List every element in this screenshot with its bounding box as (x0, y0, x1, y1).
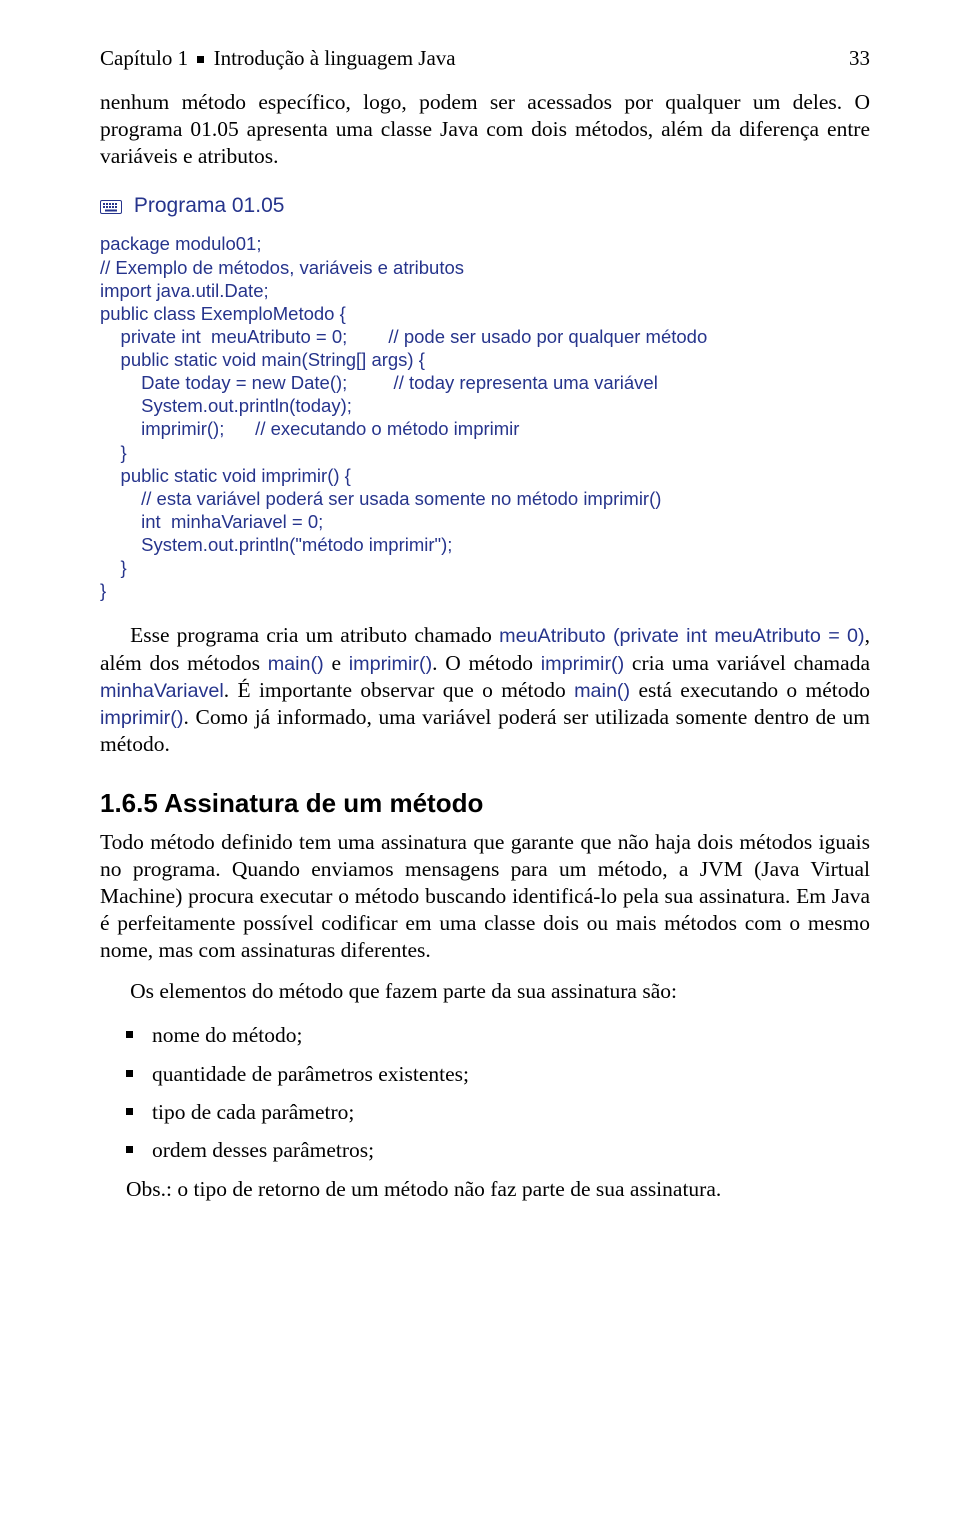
text-run: . O método (432, 651, 541, 675)
page: Capítulo 1 Introdução à linguagem Java 3… (0, 0, 960, 1533)
intro-paragraph: nenhum método específico, logo, podem se… (100, 89, 870, 170)
text-run: . É importante observar que o método (224, 678, 574, 702)
keyboard-icon (100, 196, 122, 220)
list-item: ordem desses parâmetros; (100, 1134, 870, 1166)
program-label: Programa 01.05 (100, 194, 870, 220)
inline-code: meuAtributo (private int meuAtributo = 0… (499, 625, 865, 647)
list-item: nome do método; (100, 1019, 870, 1051)
chapter-label: Capítulo 1 (100, 46, 188, 70)
inline-code: main() (268, 653, 324, 675)
obs-paragraph: Obs.: o tipo de retorno de um método não… (126, 1176, 870, 1203)
section-paragraph-2: Os elementos do método que fazem parte d… (100, 978, 870, 1005)
section-heading: 1.6.5 Assinatura de um método (100, 788, 870, 819)
text-run: Esse programa cria um atributo chamado (130, 623, 499, 647)
inline-code: imprimir() (100, 707, 183, 729)
list-item: quantidade de parâmetros existentes; (100, 1058, 870, 1090)
inline-code: minhaVariavel (100, 680, 224, 702)
section-paragraph-1: Todo método definido tem uma assinatura … (100, 829, 870, 964)
inline-code: imprimir() (541, 653, 624, 675)
text-run: e (324, 651, 349, 675)
text-run: cria uma variável chamada (624, 651, 870, 675)
list-item: tipo de cada parâmetro; (100, 1096, 870, 1128)
code-listing: package modulo01; // Exemplo de métodos,… (100, 232, 870, 602)
text-run: . Como já informado, uma variável poderá… (100, 705, 870, 756)
chapter-title: Introdução à linguagem Java (214, 46, 456, 70)
inline-code: imprimir() (349, 653, 432, 675)
inline-code: main() (574, 680, 630, 702)
square-bullet-icon (197, 56, 204, 63)
explain-paragraph: Esse programa cria um atributo chamado m… (100, 622, 870, 757)
running-header: Capítulo 1 Introdução à linguagem Java 3… (100, 46, 870, 71)
program-label-text: Programa 01.05 (134, 194, 285, 217)
page-number: 33 (849, 46, 870, 71)
bullet-list: nome do método; quantidade de parâmetros… (100, 1019, 870, 1166)
text-run: está executando o método (630, 678, 870, 702)
